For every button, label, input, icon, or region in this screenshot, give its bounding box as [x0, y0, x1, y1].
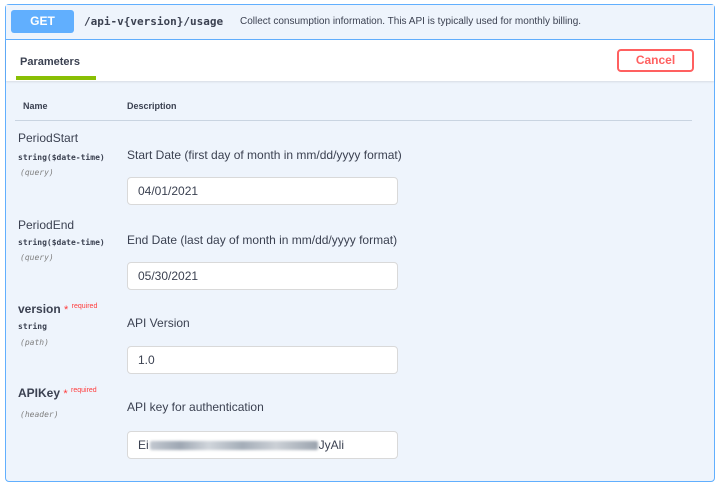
param-type-version: string	[18, 322, 47, 331]
tab-parameters[interactable]: Parameters	[20, 56, 80, 68]
param-type-periodstart: string($date-time)	[18, 153, 105, 162]
operation-description: Collect consumption information. This AP…	[240, 16, 582, 27]
version-input[interactable]: 1.0	[127, 346, 398, 374]
apikey-value-suffix: JyAli	[318, 438, 345, 452]
param-location-version: (path)	[20, 338, 49, 347]
endpoint-path: /api-v{version}/usage	[84, 15, 224, 28]
param-name-periodstart: PeriodStart	[18, 131, 79, 145]
required-star: *	[64, 304, 69, 316]
param-name-version-text: version	[18, 302, 61, 316]
param-name-apikey-text: APIKey	[18, 386, 61, 400]
param-name-apikey: APIKey * required	[18, 386, 97, 400]
required-star: *	[63, 388, 68, 400]
apikey-input[interactable]: Ei JyAli	[127, 431, 398, 459]
param-type-periodend: string($date-time)	[18, 238, 105, 247]
required-label: required	[71, 387, 97, 394]
param-name-version: version * required	[18, 302, 97, 316]
periodstart-input[interactable]: 04/01/2021	[127, 177, 398, 205]
periodend-input[interactable]: 05/30/2021	[127, 262, 398, 290]
param-description-version: API Version	[127, 316, 190, 330]
redacted-key-blur	[149, 441, 318, 451]
cancel-button[interactable]: Cancel	[617, 49, 694, 72]
param-location-periodend: (query)	[20, 253, 54, 262]
param-location-periodstart: (query)	[20, 168, 54, 177]
active-tab-indicator	[16, 76, 96, 80]
column-header-name: Name	[23, 101, 48, 111]
param-name-periodend: PeriodEnd	[18, 218, 75, 232]
method-badge: GET	[11, 10, 74, 33]
required-label: required	[71, 303, 98, 310]
parameters-header: Parameters Cancel	[6, 40, 714, 81]
param-description-periodend: End Date (last day of month in mm/dd/yyy…	[127, 233, 398, 247]
operation-summary[interactable]: GET /api-v{version}/usage Collect consum…	[6, 5, 714, 40]
param-location-apikey: (header)	[20, 410, 59, 419]
param-description-apikey: API key for authentication	[127, 400, 264, 414]
param-description-periodstart: Start Date (first day of month in mm/dd/…	[127, 148, 402, 162]
header-divider	[15, 120, 692, 121]
apikey-value-prefix: Ei	[138, 438, 149, 452]
column-header-description: Description	[127, 101, 177, 111]
